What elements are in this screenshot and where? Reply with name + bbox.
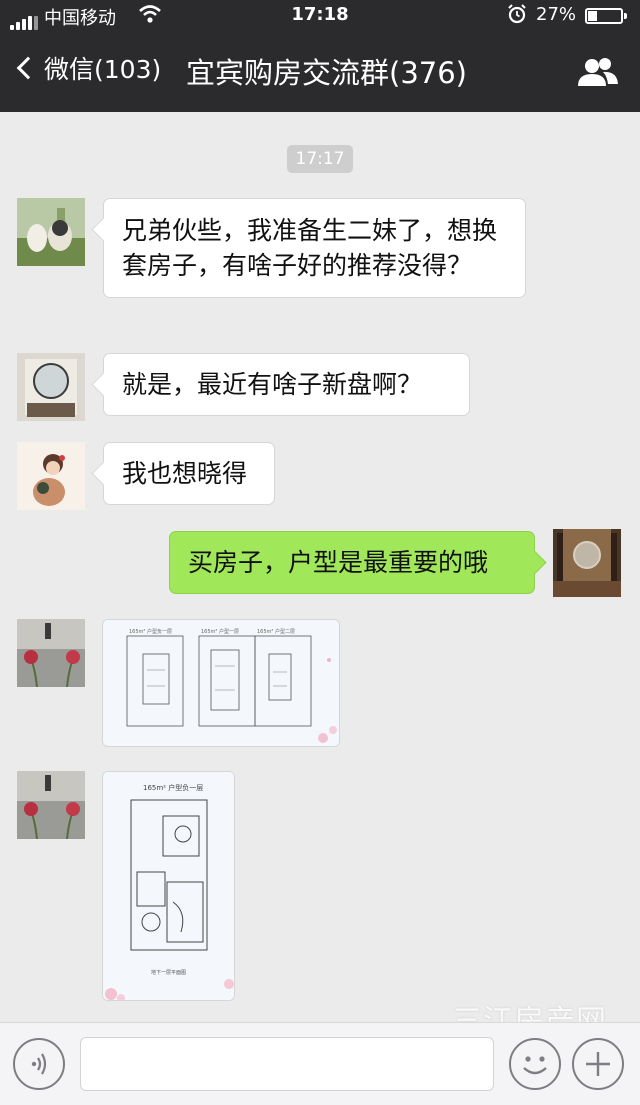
message-bubble[interactable]: 兄弟伙些，我准备生二妹了，想换套房子，有啥子好的推荐没得？ — [103, 198, 526, 298]
back-button[interactable]: 微信(103) — [14, 50, 161, 86]
floorplan-caption: 165m² 户型二层 — [257, 628, 295, 635]
input-bar — [0, 1022, 640, 1105]
battery-percent: 27% — [536, 4, 577, 25]
floorplan-caption: 165m² 户型负一层 — [129, 628, 172, 635]
avatar[interactable] — [17, 353, 85, 421]
voice-button[interactable] — [13, 1038, 65, 1090]
back-label: 微信(103) — [44, 55, 162, 84]
floorplan-caption: 地下一层平面图 — [151, 969, 186, 976]
message-text: 就是，最近有啥子新盘啊？ — [122, 370, 423, 399]
chevron-left-icon — [16, 56, 40, 80]
alarm-icon — [506, 3, 528, 30]
group-members-icon[interactable] — [576, 56, 620, 94]
message-bubble[interactable]: 我也想晓得 — [103, 442, 275, 505]
avatar[interactable] — [17, 619, 85, 687]
avatar-self[interactable] — [553, 529, 621, 597]
chat-title: 宜宾购房交流群(376) — [186, 56, 467, 90]
message-text: 兄弟伙些，我准备生二妹了，想换套房子，有啥子好的推荐没得？ — [122, 216, 498, 280]
emoji-button[interactable] — [509, 1038, 561, 1090]
message-text: 买房子，户型是最重要的哦 — [188, 548, 489, 577]
message-input[interactable] — [80, 1037, 494, 1091]
message-list[interactable]: 17:17 兄弟伙些，我准备生二妹了，想换套房子，有啥子好的推荐没得？ 就是，最… — [0, 112, 640, 1022]
floorplan-caption: 165m² 户型一层 — [201, 628, 239, 635]
avatar[interactable] — [17, 771, 85, 839]
message-timestamp: 17:17 — [287, 145, 353, 173]
chat-header: 微信(103) 宜宾购房交流群(376) — [0, 30, 640, 112]
image-message[interactable]: 165m² 户型负一层 165m² 户型一层 165m² 户型二层 — [102, 619, 340, 747]
floorplan-caption: 165m² 户型负一层 — [143, 783, 203, 792]
status-bar: 中国移动 17:18 27% — [0, 0, 640, 30]
avatar[interactable] — [17, 442, 85, 510]
message-bubble[interactable]: 就是，最近有啥子新盘啊？ — [103, 353, 470, 416]
voice-icon — [31, 1053, 47, 1075]
more-button[interactable] — [572, 1038, 624, 1090]
battery-icon — [585, 8, 627, 24]
message-bubble-self[interactable]: 买房子，户型是最重要的哦 — [169, 531, 535, 594]
emoji-icon — [523, 1056, 547, 1075]
plus-icon — [586, 1052, 610, 1076]
image-message[interactable]: 165m² 户型负一层 地下一层平面图 — [102, 771, 235, 1001]
avatar[interactable] — [17, 198, 85, 266]
message-text: 我也想晓得 — [122, 459, 248, 488]
